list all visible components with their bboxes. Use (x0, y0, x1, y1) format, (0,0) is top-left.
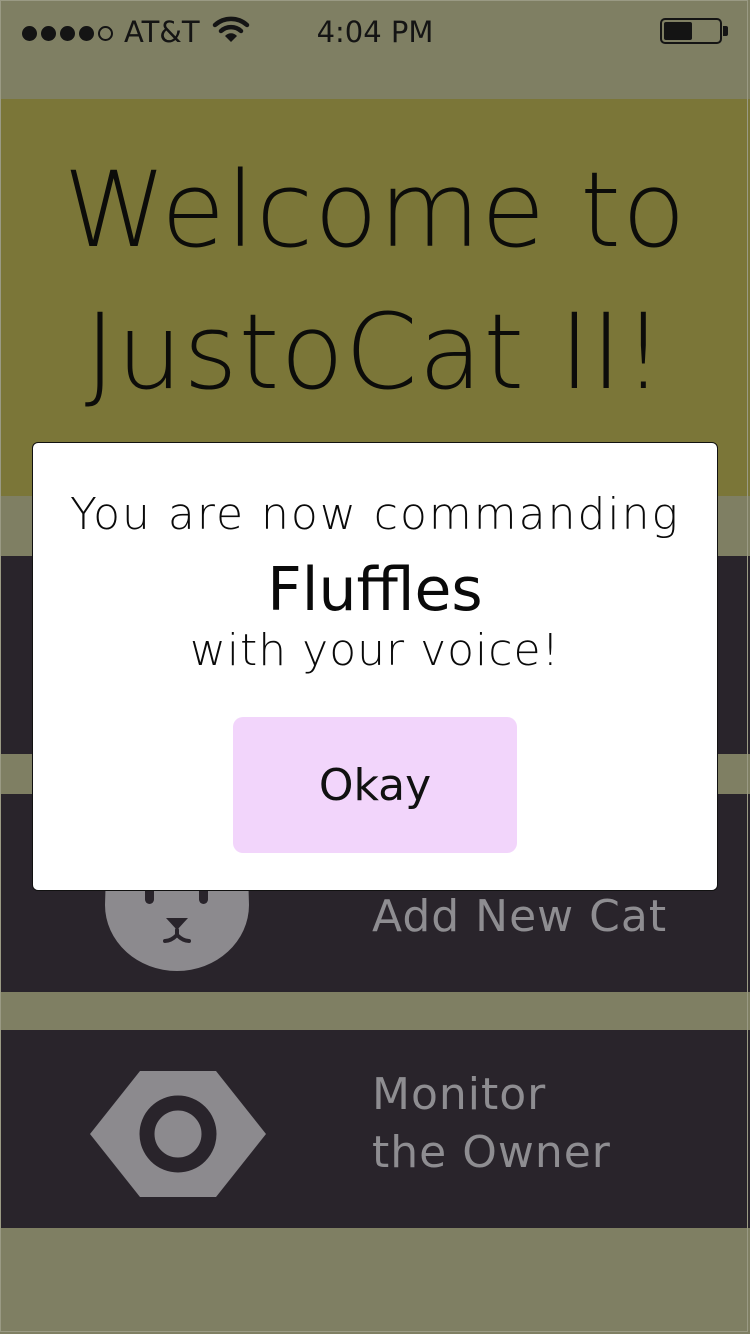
monitor-owner-label-line1: Monitor (372, 1069, 547, 1120)
dialog-cat-name: Fluffles (267, 555, 483, 625)
add-new-cat-label: Add New Cat (372, 891, 668, 942)
welcome-title-line1: Welcome to (63, 149, 687, 271)
dialog-message-line3: with your voice! (189, 625, 561, 676)
battery-icon (660, 18, 728, 44)
monitor-owner-label-line2: the Owner (372, 1127, 611, 1178)
voice-command-dialog: You are now commanding Fluffles with you… (32, 442, 718, 891)
status-bar: AT&T 4:04 PM (0, 0, 750, 100)
welcome-header: Welcome to JustoCat II! (0, 99, 750, 496)
monitor-owner-label: Monitor the Owner (372, 1066, 611, 1182)
clock: 4:04 PM (316, 15, 434, 49)
dialog-message-line1: You are now commanding (70, 489, 680, 540)
menu-item-monitor-owner[interactable]: Monitor the Owner (0, 1030, 750, 1228)
welcome-title-line2: JustoCat II! (84, 291, 666, 413)
welcome-title: Welcome to JustoCat II! (0, 139, 750, 423)
okay-button[interactable]: Okay (233, 717, 517, 853)
eye-icon (90, 1071, 266, 1197)
